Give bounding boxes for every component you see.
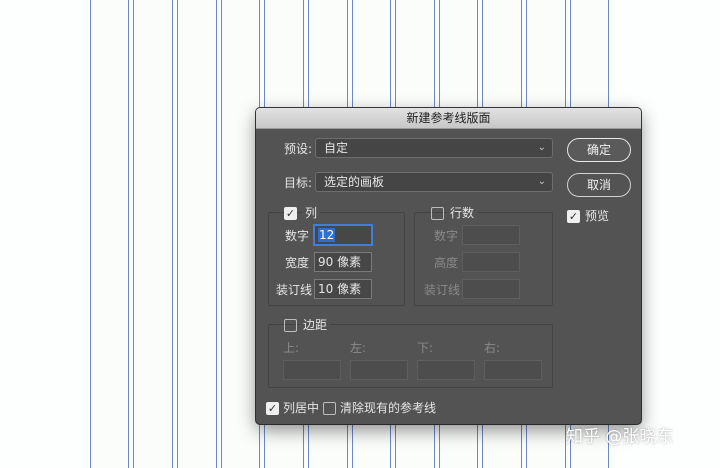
rows-gutter-field [462,279,520,299]
chevron-down-icon: ⌄ [537,142,546,153]
chevron-down-icon: ⌄ [537,176,546,187]
columns-checkbox[interactable]: ✓ [284,207,297,220]
margin-top-field [283,360,341,380]
cancel-button[interactable]: 取消 [567,173,631,197]
margin-left-label: 左: [350,341,367,355]
preset-label: 预设: [284,142,313,156]
target-label: 目标: [284,176,313,190]
margin-right-field [484,360,542,380]
columns-width-field[interactable]: 90 像素 [314,252,372,272]
guide-line [216,0,217,468]
rows-gutter-label: 装订线 [424,283,461,297]
clear-guides-label: 清除现有的参考线 [340,401,437,415]
rows-checkbox[interactable] [431,207,444,220]
guide-line [221,0,222,468]
column-area [133,0,175,468]
margin-left-field [350,360,408,380]
clear-guides-checkbox[interactable] [323,402,336,415]
checkmark-icon: ✓ [568,210,579,223]
columns-label: 列 [302,204,321,222]
column-area [221,0,261,468]
margin-top-label: 上: [283,341,300,355]
margin-checkbox[interactable] [284,319,297,332]
preview-checkbox[interactable]: ✓ [567,210,580,223]
rows-label: 行数 [447,204,478,222]
guide-line [90,0,91,468]
margin-bottom-label: 下: [417,341,434,355]
preset-select[interactable]: 自定 ⌄ [315,138,553,158]
columns-number-field[interactable]: 12 [314,225,372,245]
target-select[interactable]: 选定的画板 ⌄ [315,172,553,192]
rows-number-label: 数字 [434,229,459,243]
column-area [90,0,128,468]
margin-bottom-field [417,360,475,380]
margin-label: 边距 [300,316,331,334]
columns-gutter-label: 装订线 [276,283,313,297]
columns-width-label: 宽度 [285,256,310,270]
margin-right-label: 右: [484,341,501,355]
column-area [177,0,219,468]
checkmark-icon: ✓ [267,402,278,415]
preset-value: 自定 [324,141,349,155]
ok-button[interactable]: 确定 [567,138,631,162]
guide-line [128,0,129,468]
rows-height-field [462,252,520,272]
guide-line [172,0,173,468]
columns-number-label: 数字 [285,229,310,243]
guide-line [177,0,178,468]
target-value: 选定的画板 [324,175,385,189]
center-columns-checkbox[interactable]: ✓ [266,402,279,415]
preview-label: 预览 [585,209,610,223]
columns-gutter-field[interactable]: 10 像素 [314,279,372,299]
guide-line [133,0,134,468]
checkmark-icon: ✓ [285,207,296,220]
watermark: 知乎 @张晓东 [566,427,674,447]
new-guide-layout-dialog: 新建参考线版面 预设: 自定 ⌄ 目标: 选定的画板 ⌄ 确定 取消 ✓ 预览 … [256,108,641,424]
rows-height-label: 高度 [434,256,459,270]
columns-number-value: 12 [318,228,336,242]
rows-number-field [462,225,520,245]
center-columns-label: 列居中 [283,401,320,415]
dialog-title[interactable]: 新建参考线版面 [256,108,641,129]
